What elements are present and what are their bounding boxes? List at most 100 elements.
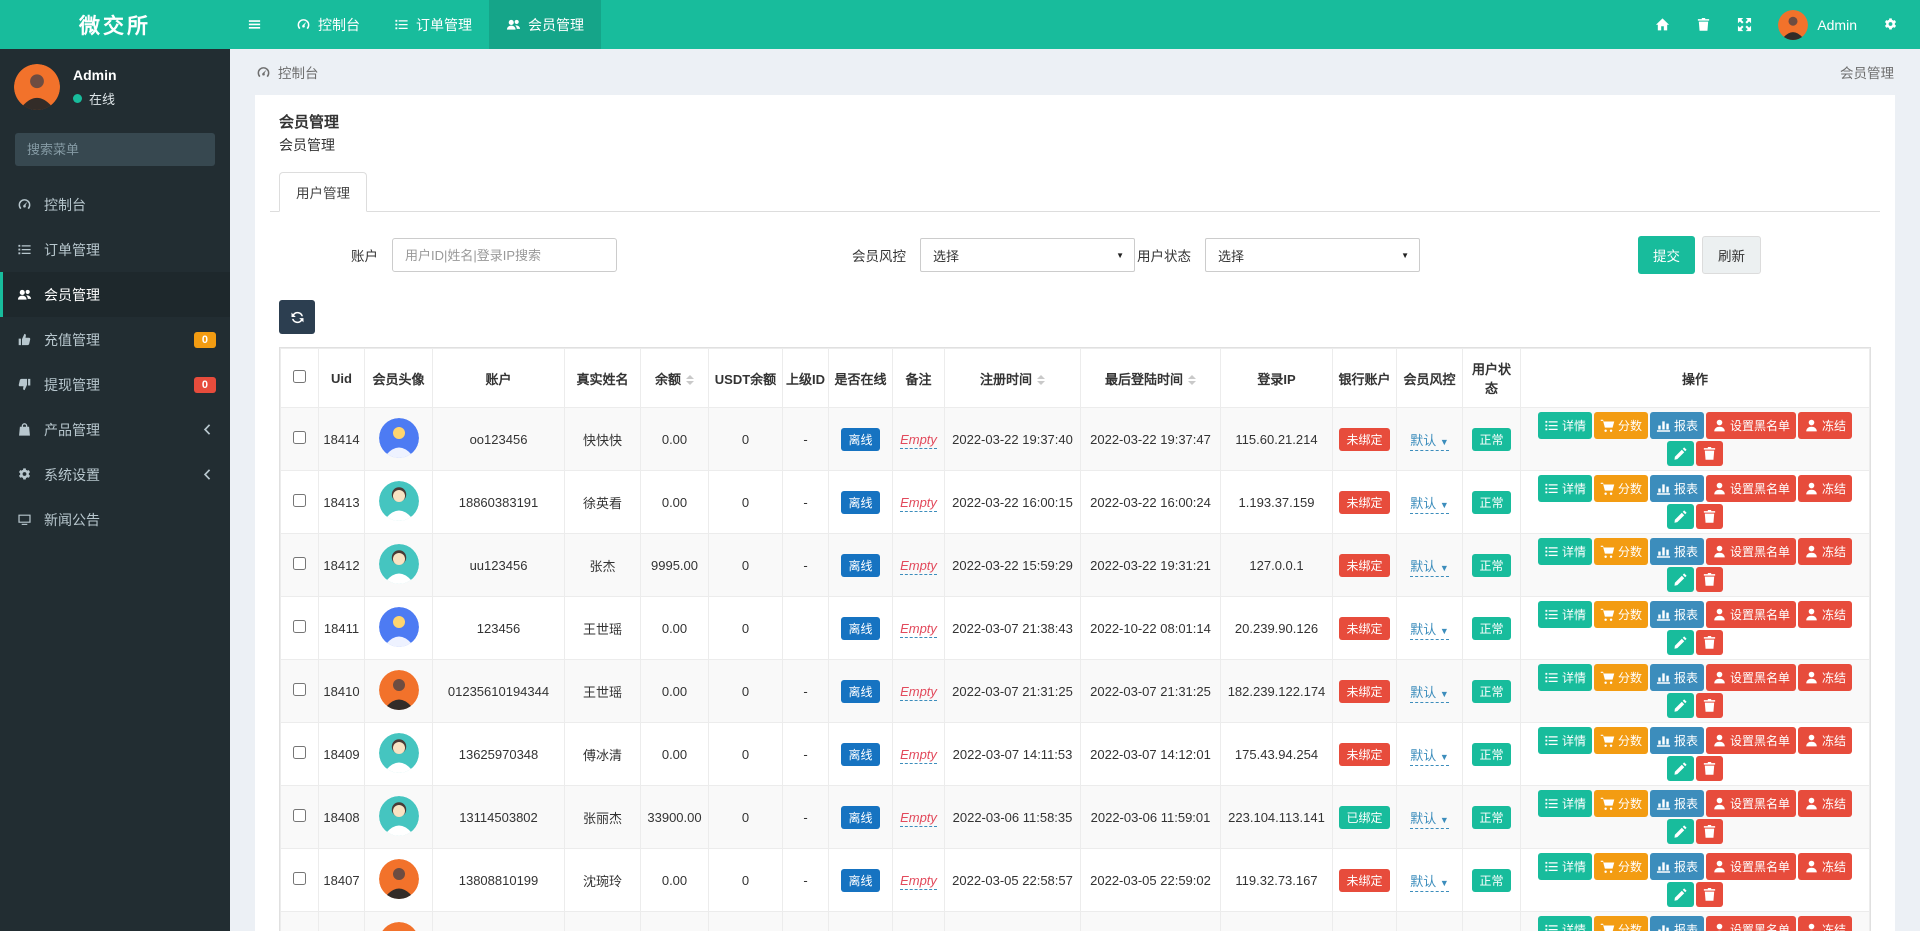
row-checkbox[interactable] xyxy=(293,557,306,570)
row-checkbox[interactable] xyxy=(293,683,306,696)
refresh-button[interactable]: 刷新 xyxy=(1702,236,1761,274)
risk-dropdown[interactable]: 默认 ▼ xyxy=(1410,433,1449,451)
note-link[interactable]: Empty xyxy=(900,558,937,575)
报表-button[interactable]: 报表 xyxy=(1650,853,1704,880)
risk-dropdown[interactable]: 默认 ▼ xyxy=(1410,496,1449,514)
edit-button[interactable] xyxy=(1667,819,1694,844)
设置黑名单-button[interactable]: 设置黑名单 xyxy=(1706,664,1796,691)
edit-button[interactable] xyxy=(1667,567,1694,592)
sort-icon[interactable] xyxy=(1188,375,1196,385)
table-refresh-button[interactable] xyxy=(279,300,315,334)
delete-button[interactable] xyxy=(1696,882,1723,907)
详情-button[interactable]: 详情 xyxy=(1538,916,1592,931)
sidebar-item-6[interactable]: 系统设置 xyxy=(0,452,230,497)
报表-button[interactable]: 报表 xyxy=(1650,664,1704,691)
note-link[interactable]: Empty xyxy=(900,873,937,890)
tab-user-management[interactable]: 用户管理 xyxy=(279,172,367,212)
冻结-button[interactable]: 冻结 xyxy=(1798,853,1852,880)
nav-item-2[interactable]: 会员管理 xyxy=(489,0,601,49)
sidebar-item-0[interactable]: 控制台 xyxy=(0,182,230,227)
home-icon[interactable] xyxy=(1655,17,1670,32)
冻结-button[interactable]: 冻结 xyxy=(1798,916,1852,931)
nav-item-1[interactable]: 订单管理 xyxy=(377,0,489,49)
risk-dropdown[interactable]: 默认 ▼ xyxy=(1410,622,1449,640)
设置黑名单-button[interactable]: 设置黑名单 xyxy=(1706,538,1796,565)
冻结-button[interactable]: 冻结 xyxy=(1798,412,1852,439)
note-link[interactable]: Empty xyxy=(900,810,937,827)
risk-dropdown[interactable]: 默认 ▼ xyxy=(1410,559,1449,577)
报表-button[interactable]: 报表 xyxy=(1650,727,1704,754)
设置黑名单-button[interactable]: 设置黑名单 xyxy=(1706,412,1796,439)
sidebar-item-3[interactable]: 充值管理0 xyxy=(0,317,230,362)
risk-dropdown[interactable]: 默认 ▼ xyxy=(1410,685,1449,703)
row-checkbox[interactable] xyxy=(293,494,306,507)
详情-button[interactable]: 详情 xyxy=(1538,475,1592,502)
分数-button[interactable]: 分数 xyxy=(1594,601,1648,628)
column-header[interactable]: 注册时间 xyxy=(945,349,1081,408)
sidebar-item-7[interactable]: 新闻公告 xyxy=(0,497,230,542)
edit-button[interactable] xyxy=(1667,441,1694,466)
note-link[interactable]: Empty xyxy=(900,684,937,701)
sidebar-item-2[interactable]: 会员管理 xyxy=(0,272,230,317)
delete-button[interactable] xyxy=(1696,567,1723,592)
edit-button[interactable] xyxy=(1667,693,1694,718)
冻结-button[interactable]: 冻结 xyxy=(1798,664,1852,691)
分数-button[interactable]: 分数 xyxy=(1594,475,1648,502)
delete-button[interactable] xyxy=(1696,504,1723,529)
分数-button[interactable]: 分数 xyxy=(1594,538,1648,565)
报表-button[interactable]: 报表 xyxy=(1650,916,1704,931)
分数-button[interactable]: 分数 xyxy=(1594,727,1648,754)
status-select[interactable]: 选择 ▼ xyxy=(1205,238,1420,272)
row-checkbox[interactable] xyxy=(293,431,306,444)
设置黑名单-button[interactable]: 设置黑名单 xyxy=(1706,475,1796,502)
sidebar-toggle-button[interactable] xyxy=(230,0,279,49)
详情-button[interactable]: 详情 xyxy=(1538,664,1592,691)
expand-icon[interactable] xyxy=(1737,17,1752,32)
sidebar-search-input[interactable] xyxy=(15,133,215,166)
冻结-button[interactable]: 冻结 xyxy=(1798,538,1852,565)
admin-menu[interactable]: Admin xyxy=(1778,10,1857,40)
edit-button[interactable] xyxy=(1667,504,1694,529)
设置黑名单-button[interactable]: 设置黑名单 xyxy=(1706,601,1796,628)
trash-icon[interactable] xyxy=(1696,17,1711,32)
delete-button[interactable] xyxy=(1696,441,1723,466)
分数-button[interactable]: 分数 xyxy=(1594,412,1648,439)
select-all-checkbox[interactable] xyxy=(293,370,306,383)
详情-button[interactable]: 详情 xyxy=(1538,853,1592,880)
冻结-button[interactable]: 冻结 xyxy=(1798,790,1852,817)
note-link[interactable]: Empty xyxy=(900,432,937,449)
gears-icon[interactable] xyxy=(1883,17,1898,32)
详情-button[interactable]: 详情 xyxy=(1538,790,1592,817)
sidebar-item-1[interactable]: 订单管理 xyxy=(0,227,230,272)
row-checkbox[interactable] xyxy=(293,746,306,759)
报表-button[interactable]: 报表 xyxy=(1650,601,1704,628)
delete-button[interactable] xyxy=(1696,756,1723,781)
sort-icon[interactable] xyxy=(686,375,694,385)
报表-button[interactable]: 报表 xyxy=(1650,790,1704,817)
risk-select[interactable]: 选择 ▼ xyxy=(920,238,1135,272)
delete-button[interactable] xyxy=(1696,693,1723,718)
column-header[interactable]: 余额 xyxy=(641,349,709,408)
risk-dropdown[interactable]: 默认 ▼ xyxy=(1410,811,1449,829)
报表-button[interactable]: 报表 xyxy=(1650,412,1704,439)
row-checkbox[interactable] xyxy=(293,872,306,885)
分数-button[interactable]: 分数 xyxy=(1594,916,1648,931)
sidebar-item-5[interactable]: 产品管理 xyxy=(0,407,230,452)
breadcrumb-left[interactable]: 控制台 xyxy=(256,62,319,82)
详情-button[interactable]: 详情 xyxy=(1538,538,1592,565)
note-link[interactable]: Empty xyxy=(900,621,937,638)
delete-button[interactable] xyxy=(1696,819,1723,844)
note-link[interactable]: Empty xyxy=(900,747,937,764)
详情-button[interactable]: 详情 xyxy=(1538,601,1592,628)
分数-button[interactable]: 分数 xyxy=(1594,853,1648,880)
设置黑名单-button[interactable]: 设置黑名单 xyxy=(1706,916,1796,931)
冻结-button[interactable]: 冻结 xyxy=(1798,727,1852,754)
row-checkbox[interactable] xyxy=(293,809,306,822)
sort-icon[interactable] xyxy=(1037,375,1045,385)
note-link[interactable]: Empty xyxy=(900,495,937,512)
设置黑名单-button[interactable]: 设置黑名单 xyxy=(1706,853,1796,880)
delete-button[interactable] xyxy=(1696,630,1723,655)
冻结-button[interactable]: 冻结 xyxy=(1798,475,1852,502)
分数-button[interactable]: 分数 xyxy=(1594,664,1648,691)
submit-button[interactable]: 提交 xyxy=(1638,236,1695,274)
